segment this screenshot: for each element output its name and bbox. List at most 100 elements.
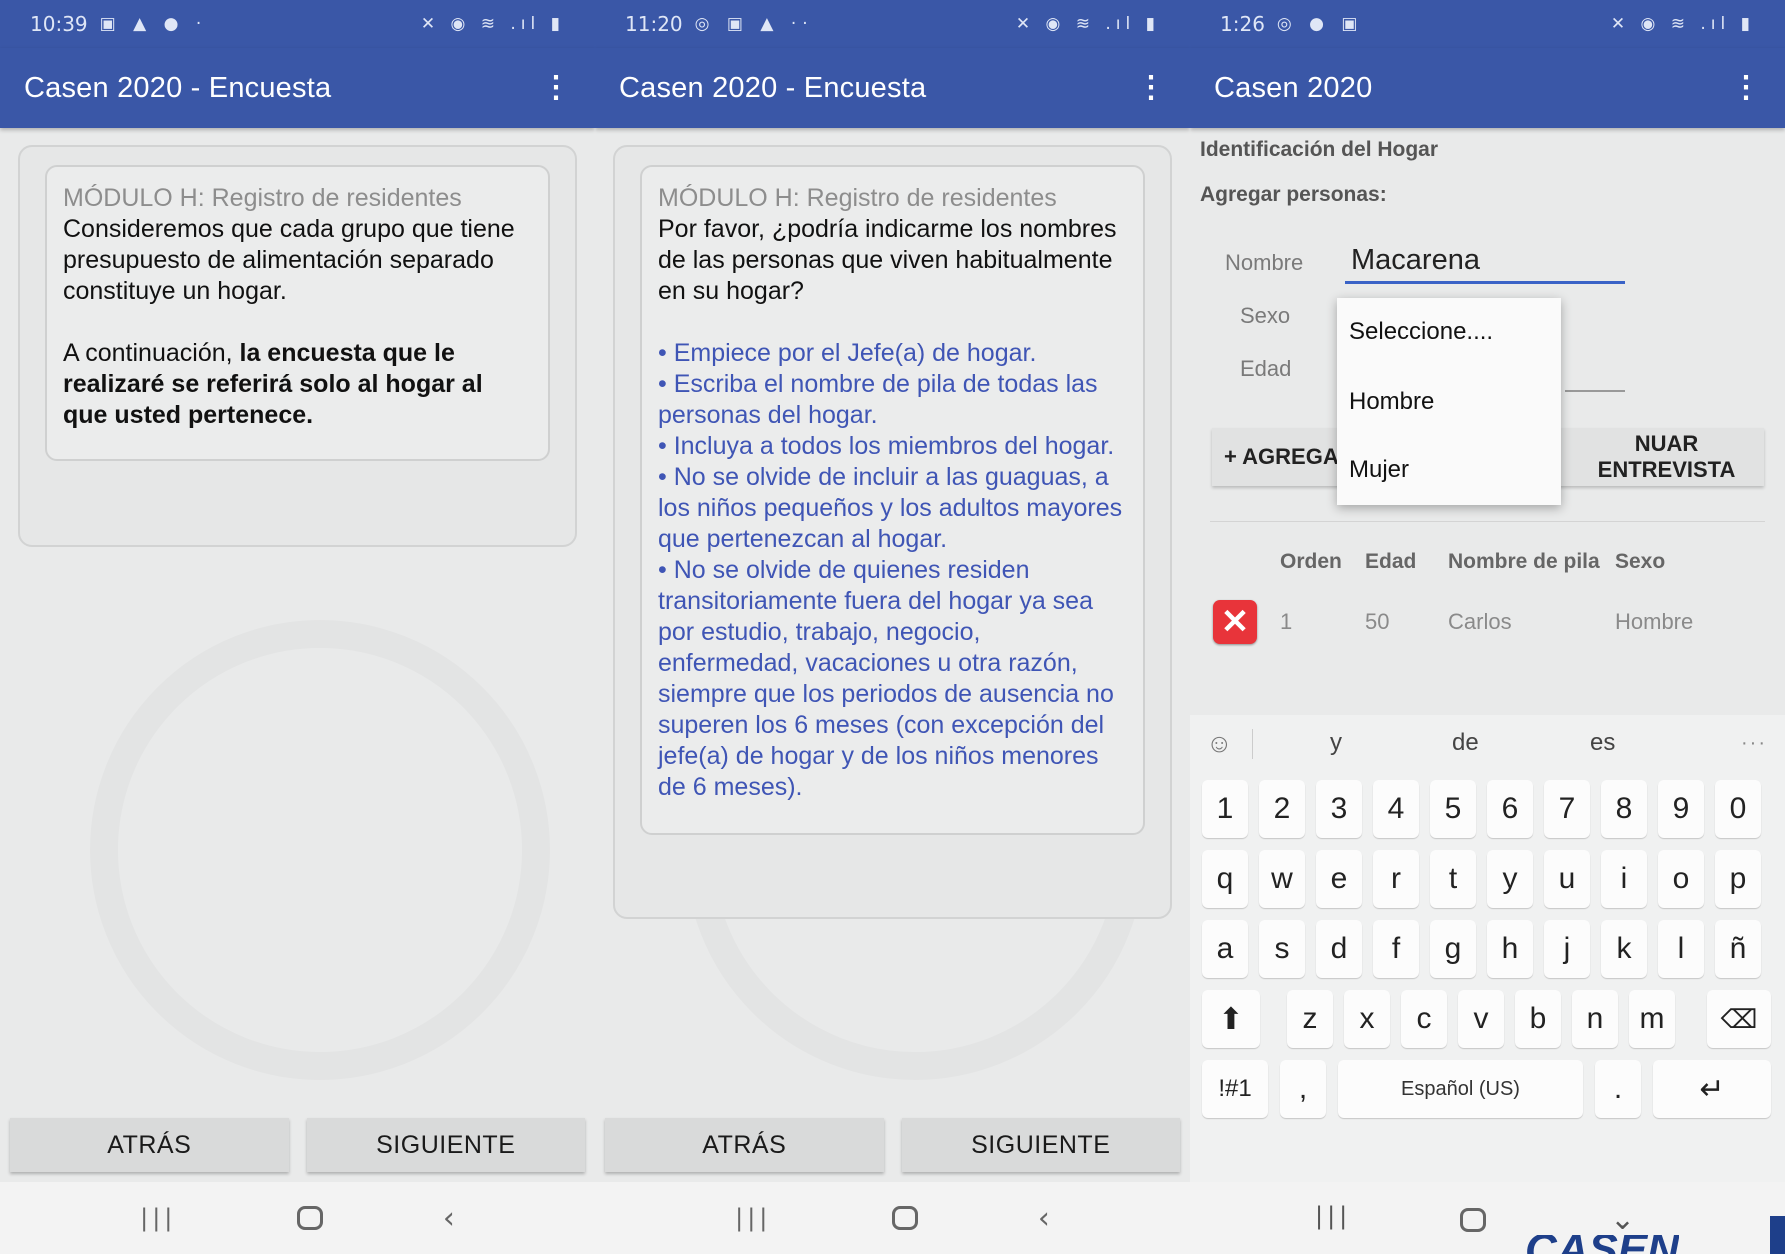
number-key-0[interactable]: 0 [1715,780,1761,838]
next-button[interactable]: SIGUIENTE [306,1118,585,1172]
dropdown-option-male[interactable]: Hombre [1349,388,1434,416]
overflow-menu-icon[interactable]: ⋮ [1731,73,1761,103]
status-time: 10:39 [30,12,88,36]
letter-key-i[interactable]: i [1601,850,1647,908]
next-button[interactable]: SIGUIENTE [901,1118,1180,1172]
status-time: 11:20 [625,12,683,36]
cell-edad: 50 [1365,609,1390,634]
letter-key-r[interactable]: r [1373,850,1419,908]
header-orden: Orden [1280,550,1342,573]
letter-key-m[interactable]: m [1629,990,1675,1048]
number-key-9[interactable]: 9 [1658,780,1704,838]
letter-key-e[interactable]: e [1316,850,1362,908]
question-card: MÓDULO H: Registro de residentes Por fav… [640,165,1145,835]
letter-key-v[interactable]: v [1458,990,1504,1048]
back-button[interactable]: ATRÁS [605,1118,884,1172]
letter-key-z[interactable]: z [1287,990,1333,1048]
hide-keyboard-icon[interactable]: ⌄ [1610,1202,1635,1237]
age-label: Edad [1240,356,1292,381]
letter-key-f[interactable]: f [1373,920,1419,978]
header-nombre: Nombre de pila [1448,550,1600,573]
letter-key-k[interactable]: k [1601,920,1647,978]
back-nav-icon[interactable]: ‹ [443,1201,455,1236]
letter-key-l[interactable]: l [1658,920,1704,978]
number-key-6[interactable]: 6 [1487,780,1533,838]
space-key[interactable]: Español (US) [1338,1060,1583,1118]
app-title: Casen 2020 - Encuesta [619,71,927,104]
letter-key-s[interactable]: s [1259,920,1305,978]
letter-key-n[interactable]: n [1572,990,1618,1048]
letter-key-d[interactable]: d [1316,920,1362,978]
letter-key-g[interactable]: g [1430,920,1476,978]
dropdown-option-female[interactable]: Mujer [1349,456,1409,484]
back-button[interactable]: ATRÁS [10,1118,289,1172]
number-key-4[interactable]: 4 [1373,780,1419,838]
emoji-icon[interactable]: ☺ [1206,728,1233,759]
back-nav-icon[interactable]: ‹ [1038,1201,1050,1236]
comma-key[interactable]: , [1280,1060,1326,1118]
letter-key-u[interactable]: u [1544,850,1590,908]
age-input[interactable] [1565,390,1625,392]
app-bar: Casen 2020 - Encuesta ⋮ [0,48,595,128]
question-outer-card: MÓDULO H: Registro de residentes Por fav… [613,145,1172,919]
letter-key-a[interactable]: a [1202,920,1248,978]
notification-icons: ◎ ● ▣ [1276,14,1364,34]
letter-key-w[interactable]: w [1259,850,1305,908]
delete-row-icon[interactable]: ✕ [1213,600,1257,644]
dropdown-option-select[interactable]: Seleccione.... [1349,318,1493,346]
more-options-icon[interactable]: ··· [1741,732,1767,755]
recent-apps-icon[interactable]: ||| [140,1204,176,1232]
number-key-7[interactable]: 7 [1544,780,1590,838]
section-title: Identificación del Hogar [1200,138,1439,161]
overflow-menu-icon[interactable]: ⋮ [1136,73,1166,103]
letter-key-h[interactable]: h [1487,920,1533,978]
home-icon[interactable] [296,1206,323,1230]
question-paragraph-1: Consideremos que cada grupo que tiene pr… [63,215,515,305]
number-key-1[interactable]: 1 [1202,780,1248,838]
home-icon[interactable] [1460,1208,1486,1232]
letter-key-c[interactable]: c [1401,990,1447,1048]
suggestion-bar: ☺ y de es ··· [1190,715,1785,771]
header-edad: Edad [1365,550,1417,573]
number-key-3[interactable]: 3 [1316,780,1362,838]
letter-key-ñ[interactable]: ñ [1715,920,1761,978]
backspace-key[interactable]: ⌫ [1707,990,1771,1048]
number-key-5[interactable]: 5 [1430,780,1476,838]
add-person-button[interactable]: + AGREGAI [1224,444,1345,470]
cell-nombre: Carlos [1448,609,1512,634]
letter-key-o[interactable]: o [1658,850,1704,908]
system-status-icons: ✕ ◉ ≋ .ıl ▮ [1015,14,1160,34]
system-navigation-bar: ||| ‹ [595,1182,1190,1254]
letter-key-b[interactable]: b [1515,990,1561,1048]
letter-key-j[interactable]: j [1544,920,1590,978]
letter-key-q[interactable]: q [1202,850,1248,908]
casen-logo: CASEN [1525,1235,1679,1254]
notification-icons: ▣ ▲ ● · [99,14,208,34]
number-key-2[interactable]: 2 [1259,780,1305,838]
home-icon[interactable] [891,1206,918,1230]
symbols-key[interactable]: !#1 [1202,1060,1268,1118]
letter-key-y[interactable]: y [1487,850,1533,908]
recent-apps-icon[interactable]: ||| [1315,1202,1351,1230]
number-key-8[interactable]: 8 [1601,780,1647,838]
letter-key-t[interactable]: t [1430,850,1476,908]
suggestion-2[interactable]: de [1452,729,1479,757]
question-card: MÓDULO H: Registro de residentes Conside… [45,165,550,461]
letter-key-p[interactable]: p [1715,850,1761,908]
period-key[interactable]: . [1595,1060,1641,1118]
app-bar: Casen 2020 - Encuesta ⋮ [595,48,1190,128]
question-outer-card: MÓDULO H: Registro de residentes Conside… [18,145,577,547]
letter-key-x[interactable]: x [1344,990,1390,1048]
overflow-menu-icon[interactable]: ⋮ [541,73,571,103]
cell-orden: 1 [1280,609,1293,634]
continue-interview-button[interactable]: NUAR ENTREVISTA [1569,431,1764,483]
enter-key[interactable]: ↵ [1653,1060,1771,1118]
suggestion-1[interactable]: y [1330,729,1342,757]
system-status-icons: ✕ ◉ ≋ .ıl ▮ [1610,14,1755,34]
shift-key[interactable]: ⬆ [1202,990,1260,1048]
module-title: MÓDULO H: Registro de residentes [63,184,462,212]
name-input[interactable] [1345,240,1625,284]
suggestion-3[interactable]: es [1590,729,1615,757]
recent-apps-icon[interactable]: ||| [735,1204,771,1232]
watermark-seal [90,620,550,1080]
